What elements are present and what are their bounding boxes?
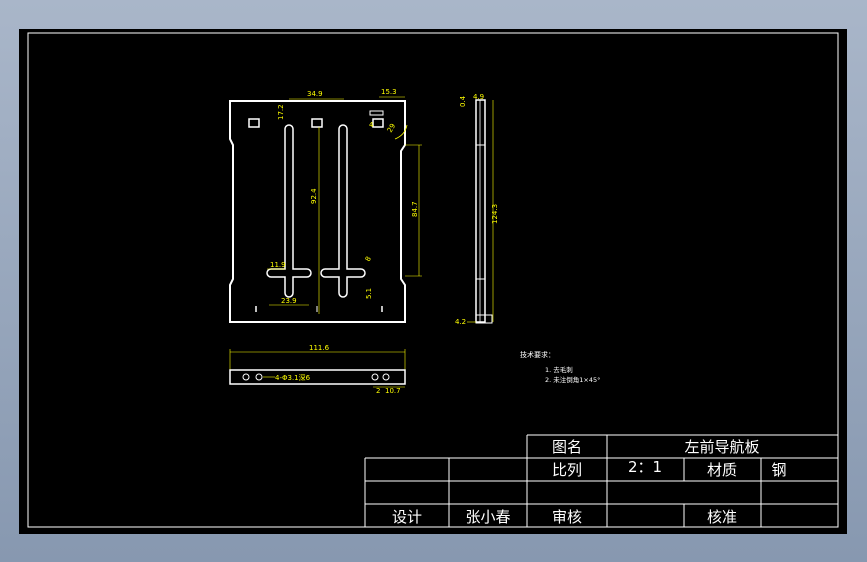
title-block: 图名 左前导航板 比列 2：1 材质 钢 设计 张小春 审核 核准 bbox=[364, 434, 838, 527]
notes-line2: 2. 未注倒角1×45° bbox=[545, 375, 600, 384]
drawing-canvas[interactable]: 34.9 15.3 17.2 92.4 84.7 4 29 11.9 23.9 … bbox=[19, 29, 847, 534]
technical-notes: 技术要求： 1. 去毛刺 2. 未注倒角1×45° bbox=[520, 350, 600, 384]
dim-side-top-b: 4.9 bbox=[473, 93, 484, 101]
designer-name: 张小春 bbox=[465, 508, 510, 526]
dim-slot-length: 92.4 bbox=[310, 188, 318, 204]
scale-label: 比列 bbox=[552, 461, 582, 479]
review-label: 审核 bbox=[552, 508, 582, 526]
dim-r-small: 8 bbox=[364, 255, 373, 263]
slot-right bbox=[320, 124, 366, 298]
dim-bottom-right-b: 10.7 bbox=[385, 387, 401, 395]
dim-holes-note: 4-Φ3.1深6 bbox=[275, 373, 311, 382]
dim-left-small: 17.2 bbox=[277, 104, 285, 120]
square-hole-left bbox=[248, 118, 260, 128]
dim-h-small: 5.1 bbox=[365, 288, 373, 299]
dim-small-a: 4 bbox=[369, 121, 374, 129]
front-dimensions: 34.9 15.3 17.2 92.4 84.7 4 29 11.9 23.9 … bbox=[267, 88, 422, 314]
slot-left bbox=[266, 124, 312, 298]
square-hole-mid bbox=[311, 118, 323, 128]
dim-side-top-a: 0.4 bbox=[459, 95, 467, 107]
bottom-view: 111.6 4-Φ3.1深6 2 10.7 bbox=[229, 344, 406, 395]
drawing-svg: 34.9 15.3 17.2 92.4 84.7 4 29 11.9 23.9 … bbox=[27, 32, 839, 528]
front-view bbox=[229, 100, 406, 323]
dim-bottom-width: 111.6 bbox=[309, 344, 330, 352]
dim-bottom-slot: 11.9 bbox=[270, 261, 286, 269]
dim-side-height: 124.3 bbox=[491, 204, 499, 224]
cad-window: 34.9 15.3 17.2 92.4 84.7 4 29 11.9 23.9 … bbox=[0, 0, 867, 562]
scale-value: 2：1 bbox=[628, 458, 662, 476]
dim-bottom-offset: 23.9 bbox=[281, 297, 297, 305]
notes-title: 技术要求： bbox=[520, 350, 555, 359]
dim-small-b: 29 bbox=[386, 122, 397, 134]
drawing-name: 左前导航板 bbox=[684, 438, 759, 456]
side-outline bbox=[475, 99, 486, 323]
material-label: 材质 bbox=[707, 461, 737, 479]
plate-outline bbox=[229, 100, 406, 323]
approve-label: 核准 bbox=[707, 508, 737, 526]
designer-label: 设计 bbox=[392, 508, 422, 526]
dim-top-width: 34.9 bbox=[307, 90, 323, 98]
material-value: 钢 bbox=[771, 461, 786, 479]
dim-bottom-right-a: 2 bbox=[376, 387, 380, 395]
drawing-name-label: 图名 bbox=[552, 438, 582, 456]
side-view: 0.4 4.9 124.3 4.2 bbox=[455, 93, 499, 326]
dim-side-bottom: 4.2 bbox=[455, 318, 466, 326]
dim-top-right: 15.3 bbox=[381, 88, 397, 96]
square-hole-right bbox=[372, 118, 384, 128]
notes-line1: 1. 去毛刺 bbox=[545, 365, 573, 374]
dim-right-height: 84.7 bbox=[411, 201, 419, 217]
